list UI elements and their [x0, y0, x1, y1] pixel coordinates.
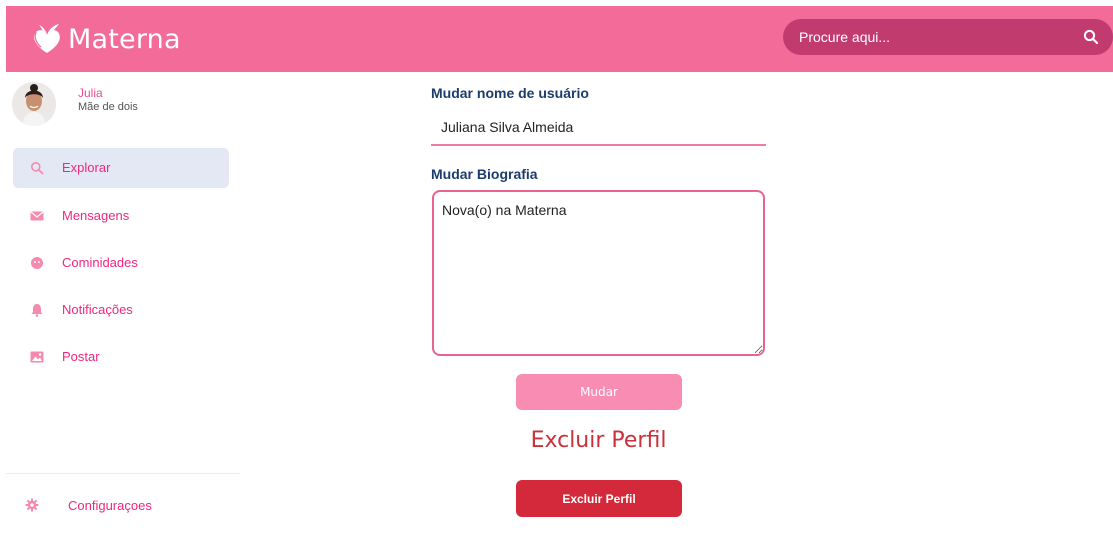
butterfly-heart-logo-icon	[34, 24, 60, 53]
sidebar-item-explorar[interactable]: Explorar	[13, 148, 229, 188]
bio-section-title: Mudar Biografia	[431, 166, 538, 182]
sidebar-item-label: Postar	[62, 349, 100, 364]
gear-icon	[25, 498, 39, 512]
username-section-title: Mudar nome de usuário	[431, 85, 589, 101]
bio-textarea[interactable]: Nova(o) na Materna	[432, 190, 765, 356]
username-field[interactable]	[431, 110, 766, 146]
sidebar-item-label: Mensagens	[62, 208, 130, 223]
bell-icon	[31, 304, 43, 317]
envelope-icon	[30, 211, 44, 221]
search-icon[interactable]	[1083, 29, 1099, 45]
image-icon	[30, 351, 44, 363]
brand-name: Materna	[68, 23, 181, 55]
sidebar-item-label: Notificações	[62, 302, 133, 317]
sidebar: Julia Mãe de dois Explorar Mensagens Com…	[6, 72, 240, 548]
avatar[interactable]	[12, 82, 56, 126]
sidebar-item-notificacoes[interactable]: Notificações	[13, 290, 229, 330]
search-input[interactable]	[799, 19, 1069, 55]
edit-profile-form: Mudar nome de usuário Mudar Biografia No…	[431, 72, 771, 548]
community-icon	[31, 257, 43, 269]
sidebar-item-postar[interactable]: Postar	[13, 337, 229, 377]
sidebar-item-label: Configuraçoes	[68, 498, 152, 513]
submit-change-button[interactable]: Mudar	[516, 374, 682, 410]
sidebar-item-label: Cominidades	[62, 255, 138, 270]
profile-bio: Mãe de dois	[78, 101, 138, 113]
sidebar-item-configuracoes[interactable]: Configuraçoes	[22, 492, 222, 518]
user-profile[interactable]: Julia Mãe de dois	[12, 82, 232, 132]
sidebar-item-mensagens[interactable]: Mensagens	[13, 196, 229, 236]
avatar-image	[12, 82, 56, 126]
delete-profile-button[interactable]: Excluir Perfil	[516, 480, 682, 517]
profile-name[interactable]: Julia	[78, 86, 103, 100]
sidebar-item-cominidades[interactable]: Cominidades	[13, 243, 229, 283]
search-bar	[783, 19, 1113, 55]
delete-profile-heading: Excluir Perfil	[530, 428, 667, 453]
sidebar-divider	[6, 473, 240, 474]
sidebar-item-label: Explorar	[62, 160, 111, 175]
top-header: Materna	[6, 6, 1113, 72]
brand-logo[interactable]: Materna	[30, 18, 181, 60]
search-icon	[31, 162, 44, 175]
